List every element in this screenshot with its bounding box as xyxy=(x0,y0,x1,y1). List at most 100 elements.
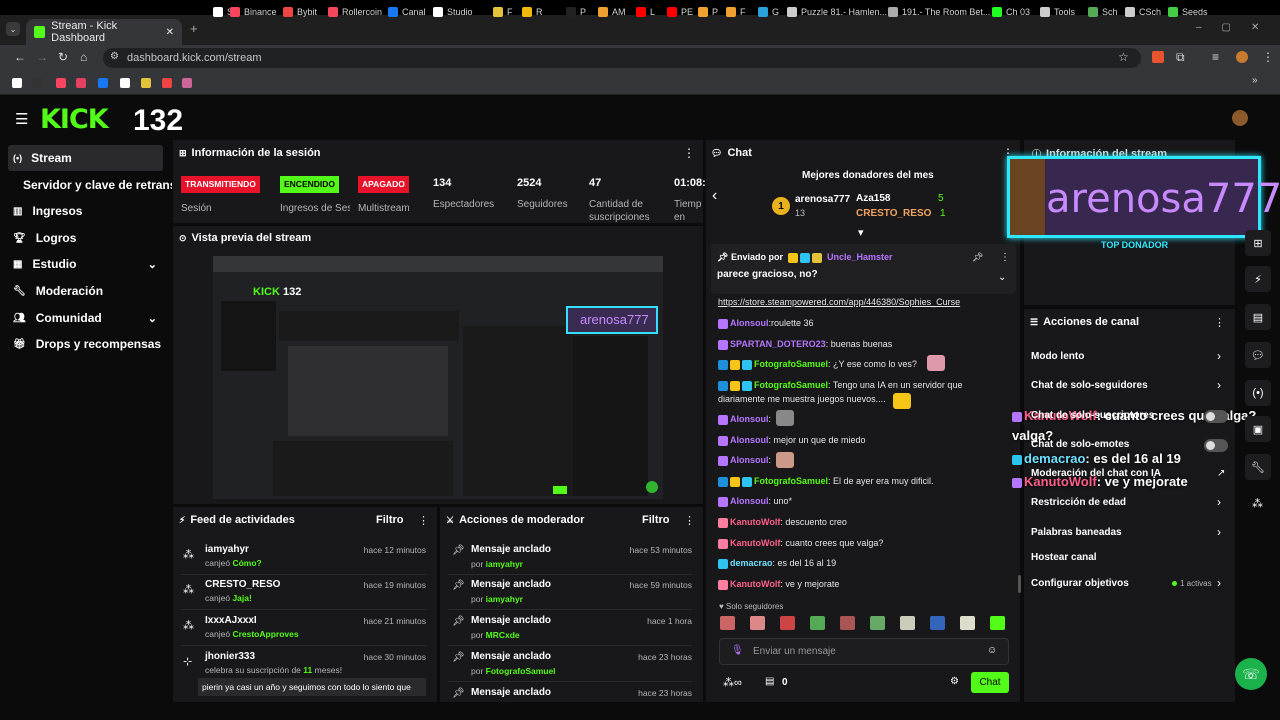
chat-message[interactable]: diariamente me muestra juegos nuevos.... xyxy=(718,394,886,404)
mod-action-user[interactable]: MRCxde xyxy=(486,630,520,640)
extension-icon[interactable] xyxy=(1152,51,1164,63)
bookmark-item[interactable]: Tools xyxy=(1040,4,1075,20)
bookmark-item[interactable]: P xyxy=(698,4,718,20)
channel-action-label[interactable]: Modo lento xyxy=(1031,351,1084,362)
notes-tool-button[interactable]: ▤ xyxy=(1245,304,1271,330)
forward-icon[interactable]: → xyxy=(36,50,48,64)
chat-settings-icon[interactable]: ⚙ xyxy=(950,676,959,687)
stream-preview-video[interactable]: KICK 132 arenosa777 xyxy=(213,256,663,499)
bookmark-item[interactable]: F xyxy=(493,4,513,20)
chat-message[interactable]: Alonsoul: xyxy=(718,455,771,466)
store-icon[interactable]: ▤ xyxy=(765,676,774,687)
reload-icon[interactable]: ↻ xyxy=(58,50,68,64)
chat-message[interactable]: Alonsoul: mejor un que de miedo xyxy=(718,435,866,446)
bookmark-favicon-only[interactable] xyxy=(12,78,22,88)
channel-action-label[interactable]: Restricción de edad xyxy=(1031,497,1126,508)
sidebar-item-moderacion[interactable]: 🔧︎ Moderación xyxy=(8,278,163,304)
bookmark-item[interactable]: Canal xyxy=(388,4,426,20)
chat-username[interactable]: KanutoWolf xyxy=(730,517,780,527)
mod-action-label[interactable]: Mensaje anclado xyxy=(471,579,551,590)
chat-message[interactable]: Alonsoul: uno* xyxy=(718,496,792,507)
activity-user[interactable]: jhonier333 xyxy=(205,651,255,662)
grid-tool-button[interactable]: ⊞ xyxy=(1245,230,1271,256)
puzzle-icon[interactable]: ⧉ xyxy=(1176,50,1185,65)
pinned-expand-icon[interactable]: ⌄ xyxy=(998,272,1006,283)
new-tab-button[interactable]: + xyxy=(190,21,198,36)
chevron-right-icon[interactable]: › xyxy=(1217,525,1221,539)
chat-message[interactable]: FotografoSamuel: Tengo una IA en un serv… xyxy=(718,380,962,391)
mod-action-user[interactable]: iamyahyr xyxy=(486,594,523,604)
chat-username[interactable]: Alonsoul xyxy=(730,496,769,506)
chat-message[interactable]: Alonsoul: xyxy=(718,414,771,425)
sidebar-item-estudio[interactable]: ▦ Estudio ⌄ xyxy=(8,251,163,277)
chat-username[interactable]: SPARTAN_DOTERO23 xyxy=(730,339,826,349)
browser-tab[interactable]: Stream - Kick Dashboard ✕ xyxy=(26,19,182,45)
chat-username[interactable]: FotografoSamuel xyxy=(754,476,828,486)
channel-action-label[interactable]: Chat de solo-suscriptores xyxy=(1031,410,1154,421)
emote-button[interactable] xyxy=(780,616,795,630)
emote-button[interactable] xyxy=(840,616,855,630)
feed-filter-button[interactable]: Filtro xyxy=(376,514,404,526)
chat-username[interactable]: demacrao xyxy=(730,558,773,568)
chat-message[interactable]: KanutoWolf: descuento creo xyxy=(718,517,847,528)
bookmark-item[interactable]: Seeds xyxy=(1168,4,1208,20)
bookmark-item[interactable]: R xyxy=(522,4,543,20)
sidebar-item-server-key[interactable]: Servidor y clave de retransmisión xyxy=(18,172,172,198)
chat-username[interactable]: Alonsoul xyxy=(730,455,769,465)
mod-action-label[interactable]: Mensaje anclado xyxy=(471,615,551,626)
emote-button[interactable] xyxy=(900,616,915,630)
channel-action-label[interactable]: Hostear canal xyxy=(1031,552,1097,563)
chevron-right-icon[interactable]: › xyxy=(1217,495,1221,509)
bookmark-item[interactable]: Ch 03 xyxy=(992,4,1030,20)
channel-action-label[interactable]: Palabras baneadas xyxy=(1031,527,1122,538)
more-bookmarks-icon[interactable]: » xyxy=(1252,75,1258,86)
bookmark-item[interactable]: Puzzle 81.- Hamlen... xyxy=(787,4,887,20)
sidebar-item-drops[interactable]: 🎁︎ Drops y recompensas xyxy=(8,331,163,357)
bookmark-favicon-only[interactable] xyxy=(141,78,151,88)
tab-search-icon[interactable]: ⌄ xyxy=(6,22,20,36)
chat-username[interactable]: KanutoWolf xyxy=(730,579,780,589)
bookmark-favicon-only[interactable] xyxy=(182,78,192,88)
bookmark-favicon-only[interactable] xyxy=(32,78,42,88)
chat-username[interactable]: Alonsoul xyxy=(730,414,769,424)
user-avatar[interactable] xyxy=(1232,110,1248,126)
bookmark-item[interactable]: P xyxy=(566,4,586,20)
donors-prev-icon[interactable]: ‹ xyxy=(712,187,717,205)
channel-action-label[interactable]: Chat de solo-emotes xyxy=(1031,439,1129,450)
bookmark-item[interactable]: AM xyxy=(598,4,626,20)
bookmark-item[interactable]: Binance xyxy=(230,4,277,20)
tab-close-icon[interactable]: ✕ xyxy=(166,27,174,38)
external-link-icon[interactable]: ↗ xyxy=(1217,468,1225,479)
menu-icon[interactable]: ⋮ xyxy=(1262,50,1274,64)
unpin-icon[interactable]: 📌︎ xyxy=(972,252,983,263)
channel-action-label[interactable]: Chat de solo-seguidores xyxy=(1031,380,1148,391)
url-field[interactable]: dashboard.kick.com/stream xyxy=(103,48,1141,68)
sidebar-item-comunidad[interactable]: 👥︎ Comunidad ⌄ xyxy=(8,305,163,331)
channel-actions-menu-icon[interactable]: ⋮ xyxy=(1214,316,1225,329)
bookmark-item[interactable]: 191.- The Room Bet... xyxy=(888,4,990,20)
mod-menu-icon[interactable]: ⋮ xyxy=(684,514,695,527)
emote-button[interactable] xyxy=(960,616,975,630)
mod-filter-button[interactable]: Filtro xyxy=(642,514,670,526)
emote-button[interactable] xyxy=(810,616,825,630)
wrench-tool-button[interactable]: 🔧︎ xyxy=(1245,454,1271,480)
bookmark-item[interactable]: CSch xyxy=(1125,4,1161,20)
site-info-icon[interactable]: ⚙ xyxy=(110,51,119,62)
lightning-tool-button[interactable]: ⚡︎ xyxy=(1245,266,1271,292)
activity-user[interactable]: IxxxAJxxxI xyxy=(205,615,257,626)
bookmark-item[interactable]: L xyxy=(636,4,655,20)
mod-action-user[interactable]: iamyahyr xyxy=(486,559,523,569)
chat-tool-button[interactable]: 💬︎ xyxy=(1245,342,1271,368)
feed-menu-icon[interactable]: ⋮ xyxy=(418,514,429,527)
emote-button[interactable] xyxy=(720,616,735,630)
mod-action-user[interactable]: FotografoSamuel xyxy=(486,666,556,676)
chat-username[interactable]: KanutoWolf xyxy=(730,538,780,548)
broadcast-tool-button[interactable]: (•) xyxy=(1245,380,1271,406)
bookmark-item[interactable]: Studio xyxy=(433,4,473,20)
chat-text[interactable]: https://store.steampowered.com/app/44638… xyxy=(718,297,960,307)
emote-button[interactable] xyxy=(750,616,765,630)
emoji-icon[interactable]: ☺ xyxy=(987,645,997,656)
chat-username[interactable]: FotografoSamuel xyxy=(754,380,828,390)
chat-message[interactable]: KanutoWolf: ve y mejorate xyxy=(718,579,839,590)
chat-username[interactable]: Alonsoul xyxy=(730,435,769,445)
